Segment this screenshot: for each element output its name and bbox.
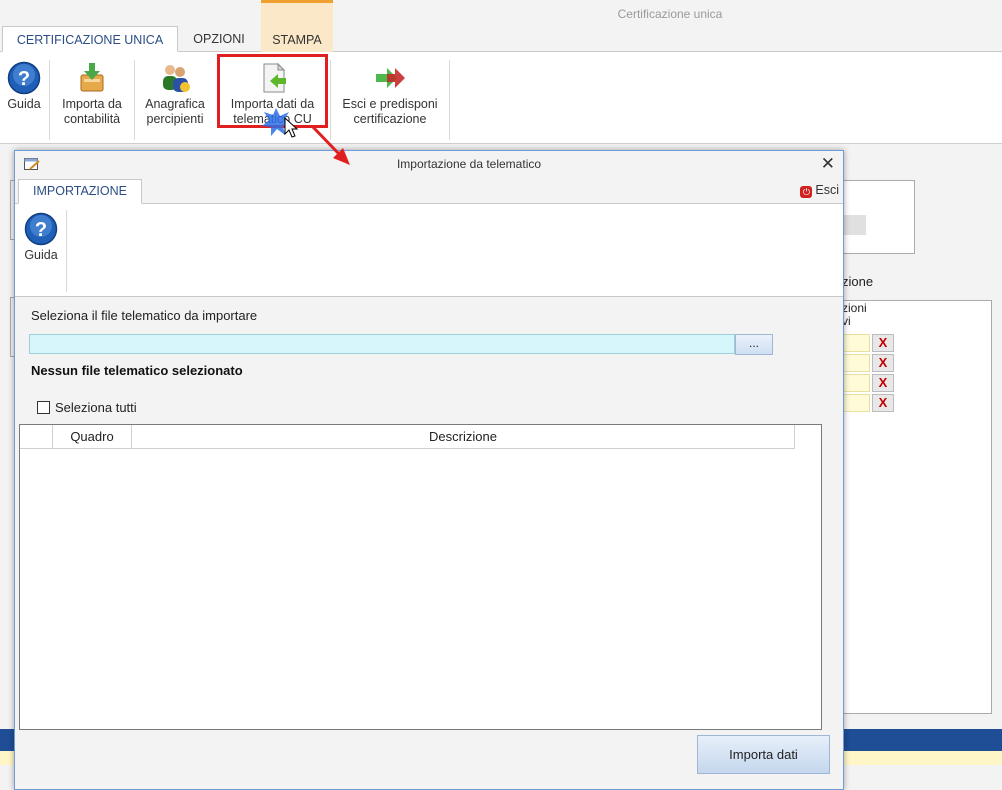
ribbon-separator xyxy=(449,60,450,140)
tab-importazione[interactable]: IMPORTAZIONE xyxy=(18,179,142,204)
dialog-title: Importazione da telematico xyxy=(396,157,542,171)
grid-header-quadro[interactable]: Quadro xyxy=(53,425,132,449)
grid-header-select xyxy=(20,425,53,449)
esci-predisponi-button[interactable]: Esci e predisponi certificazione xyxy=(334,52,446,138)
people-icon xyxy=(163,65,190,92)
select-file-label: Seleziona il file telematico da importar… xyxy=(31,308,258,323)
importa-contabilita-label-1: Importa da xyxy=(62,97,122,111)
file-status-text: Nessun file telematico selezionato xyxy=(31,363,243,378)
ribbon-separator xyxy=(49,60,50,140)
esci-button[interactable]: ⏻ Esci xyxy=(800,183,839,198)
power-icon: ⏻ xyxy=(800,186,813,198)
anagrafica-label-2: percipienti xyxy=(146,112,204,126)
quadri-grid[interactable]: Quadro Descrizione xyxy=(19,424,822,730)
file-path-input[interactable] xyxy=(29,334,735,354)
dialog-guida-label: Guida xyxy=(24,248,58,262)
browse-button[interactable]: ... xyxy=(735,334,773,355)
delete-row-button[interactable]: X xyxy=(872,334,894,352)
ribbon-separator xyxy=(134,60,135,140)
delete-row-button[interactable]: X xyxy=(872,394,894,412)
background-cell xyxy=(842,394,870,412)
delete-row-button[interactable]: X xyxy=(872,354,894,372)
dialog-ribbon: ? Guida xyxy=(15,203,843,297)
tab-opzioni[interactable]: OPZIONI xyxy=(180,26,258,52)
app-title: Certificazione unica xyxy=(617,7,723,21)
background-cell xyxy=(842,354,870,372)
esci-label: Esci xyxy=(815,183,839,197)
highlight-box xyxy=(217,54,328,128)
importa-dati-button[interactable]: Importa dati xyxy=(697,735,830,774)
close-icon[interactable]: ✕ xyxy=(821,154,835,174)
arrow-right-icon xyxy=(376,68,405,88)
import-dialog: Importazione da telematico ✕ IMPORTAZION… xyxy=(14,150,844,790)
question-circle-icon: ? xyxy=(7,61,41,95)
background-cell xyxy=(842,334,870,352)
esci-predisponi-label-2: certificazione xyxy=(353,112,427,126)
svg-text:?: ? xyxy=(18,68,30,90)
anagrafica-label-1: Anagrafica xyxy=(145,97,205,111)
tab-stampa[interactable]: STAMPA xyxy=(261,0,333,52)
select-all-checkbox[interactable]: Seleziona tutti xyxy=(37,400,137,415)
tab-certificazione-unica[interactable]: CERTIFICAZIONE UNICA xyxy=(2,26,178,52)
background-label: zione xyxy=(842,274,874,289)
grid-header-descrizione[interactable]: Descrizione xyxy=(132,425,795,449)
guida-button[interactable]: ? Guida xyxy=(2,52,46,138)
main-ribbon: ? Guida Importa da contabilità Anagrafic… xyxy=(0,52,1002,144)
svg-text:?: ? xyxy=(35,219,47,241)
importa-contabilita-button[interactable]: Importa da contabilità xyxy=(53,52,131,138)
checkbox[interactable] xyxy=(37,401,50,414)
esci-predisponi-label-1: Esci e predisponi xyxy=(342,97,438,111)
ribbon-separator xyxy=(330,60,331,140)
main-tab-strip: CERTIFICAZIONE UNICA OPZIONI STAMPA xyxy=(0,0,1002,52)
dialog-guida-button[interactable]: ? Guida xyxy=(15,204,67,262)
grid-header: Quadro Descrizione xyxy=(20,425,795,449)
delete-row-button[interactable]: X xyxy=(872,374,894,392)
background-cell xyxy=(842,374,870,392)
background-table-header: zioni vi xyxy=(842,302,867,328)
guida-label: Guida xyxy=(7,97,41,111)
anagrafica-percipienti-button[interactable]: Anagrafica percipienti xyxy=(138,52,212,138)
download-tray-icon xyxy=(80,63,104,92)
ribbon-separator xyxy=(66,210,67,292)
select-all-label: Seleziona tutti xyxy=(55,400,137,415)
importa-contabilita-label-2: contabilità xyxy=(63,112,121,126)
question-circle-icon: ? xyxy=(24,212,58,246)
